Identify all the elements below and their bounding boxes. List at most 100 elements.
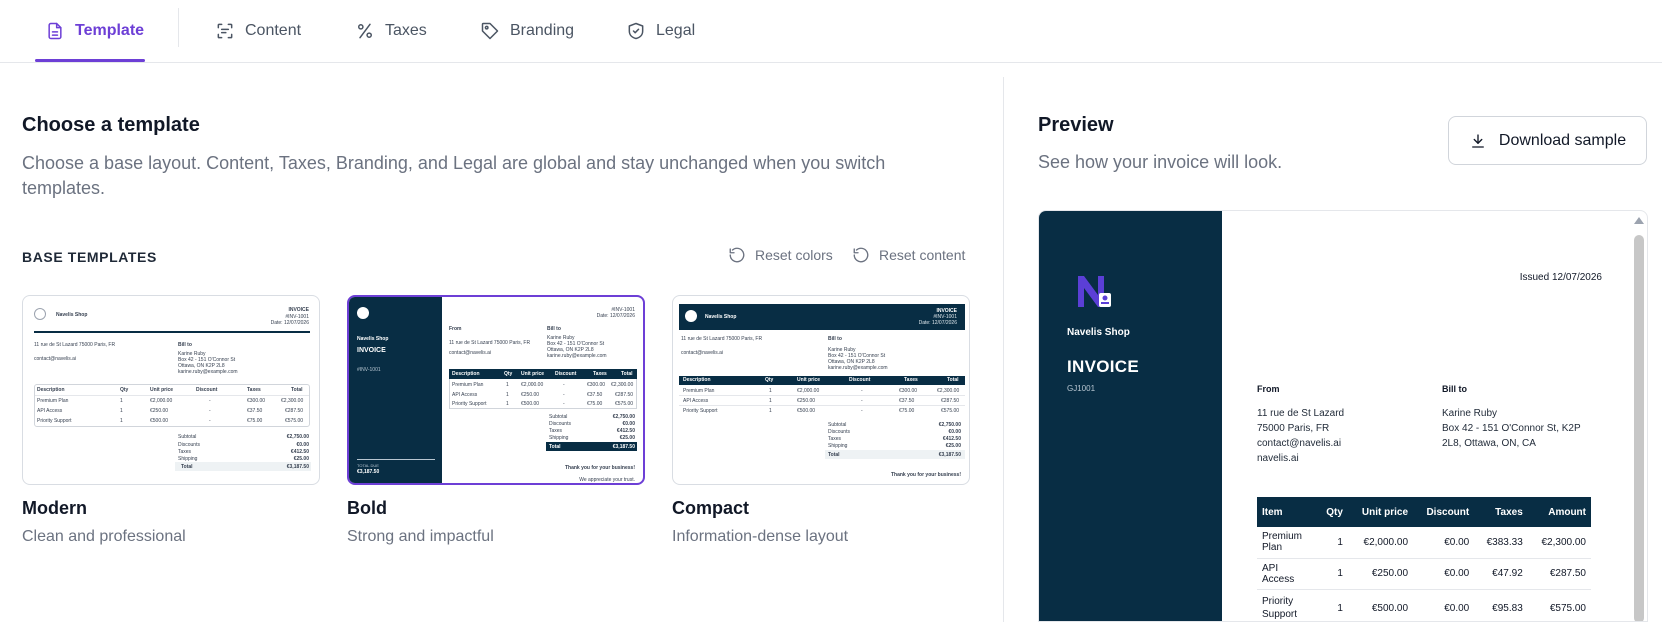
thumb-from-addr: 11 rue de St Lazard 75000 Paris, FR <box>681 336 763 342</box>
preview-bill-line: Box 42 - 151 O'Connor St, K2P <box>1442 423 1581 434</box>
thumb-col-unit: Unit price <box>797 377 821 383</box>
template-card-compact[interactable]: Navelis Shop INVOICE #INV-1001 Date: 12/… <box>672 295 970 485</box>
thumb-date: Date: 12/07/2026 <box>918 320 957 326</box>
thumb-row3-discount: - <box>861 408 863 414</box>
preview-from-line: navelis.ai <box>1257 453 1299 464</box>
template-name-modern: Modern <box>22 498 87 518</box>
col-qty: Qty <box>1317 497 1348 527</box>
tab-content[interactable]: Content <box>215 0 301 62</box>
thumb-row1-unit: €2,000.00 <box>150 398 173 404</box>
thumb-from-label: From <box>449 326 462 332</box>
cell-item: API Access <box>1257 558 1317 590</box>
thumb-total-label: Total <box>828 452 840 458</box>
tab-bar: Template Content Taxes Branding Legal <box>0 0 1662 63</box>
thumb-row3-taxes: €75.00 <box>587 401 603 407</box>
thumb-row1-qty: 1 <box>769 388 772 394</box>
tab-template-label: Template <box>75 22 145 39</box>
thumb-row2-taxes: €37.50 <box>899 398 915 404</box>
thumb-row3-desc: Priority Support <box>683 408 718 414</box>
thumb-row1-qty: 1 <box>506 382 509 388</box>
col-item: Item <box>1257 497 1317 527</box>
thumb-from-email: contact@navelis.ai <box>681 350 724 356</box>
download-sample-button[interactable]: Download sample <box>1448 116 1647 165</box>
reset-content-button[interactable]: Reset content <box>852 246 965 264</box>
preview-bill-line: 2L8, Ottawa, ON, CA <box>1442 438 1536 449</box>
thumb-row1-discount: - <box>563 382 565 388</box>
active-tab-indicator <box>35 59 145 62</box>
template-desc-compact: Information-dense layout <box>672 528 849 545</box>
scrollbar-thumb[interactable] <box>1634 235 1644 621</box>
preview-from-label: From <box>1257 384 1280 394</box>
template-card-bold[interactable]: Navelis Shop INVOICE #INV-1001 TOTAL DUE… <box>347 295 645 485</box>
thumb-row1-taxes: €300.00 <box>899 388 918 394</box>
reset-colors-button[interactable]: Reset colors <box>728 246 833 264</box>
thumb-row2-qty: 1 <box>769 398 772 404</box>
table-row: Priority Support 1 €500.00 €0.00 €95.83 … <box>1257 589 1591 621</box>
thumb-col-taxes: Taxes <box>904 377 918 383</box>
thumb-row2-qty: 1 <box>506 392 509 398</box>
cell-taxes: €47.92 <box>1474 558 1528 590</box>
thumb-discounts-label: Discounts <box>549 421 571 427</box>
thumb-from-addr: 11 rue de St Lazard 75000 Paris, FR <box>34 342 116 348</box>
tab-legal[interactable]: Legal <box>626 0 695 62</box>
thumb-discounts-label: Discounts <box>828 429 850 435</box>
thumb-col-taxes: Taxes <box>593 371 607 377</box>
tab-branding[interactable]: Branding <box>480 0 574 62</box>
logo-placeholder <box>34 308 46 320</box>
thumb-subtotal-label: Subtotal <box>828 422 847 428</box>
thumb-bill-email: karine.ruby@example.com <box>828 365 888 371</box>
template-name-compact: Compact <box>672 498 750 518</box>
tab-template[interactable]: Template <box>45 0 144 62</box>
tab-taxes[interactable]: Taxes <box>355 0 427 62</box>
choose-template-title: Choose a template <box>22 114 200 136</box>
thumb-row3-unit: €500.00 <box>150 418 169 424</box>
thumb-row1-taxes: €300.00 <box>587 382 606 388</box>
thumb-table-header <box>679 376 965 385</box>
thumb-row2-desc: API Access <box>452 392 478 398</box>
preview-scrollbar[interactable] <box>1633 215 1645 621</box>
thumb-col-total: Total <box>291 387 303 393</box>
reset-icon <box>729 247 745 263</box>
cell-unit-price: €500.00 <box>1347 589 1414 621</box>
thumb-col-desc: Description <box>452 371 480 377</box>
thumb-row1-unit: €2,000.00 <box>797 388 820 394</box>
choose-template-description: Choose a base layout. Content, Taxes, Br… <box>22 153 886 198</box>
reset-icon <box>853 247 869 263</box>
template-card-modern[interactable]: Navelis Shop INVOICE #INV-1001 Date: 12/… <box>22 295 320 485</box>
thumb-subtotal-label: Subtotal <box>178 434 197 440</box>
preview-from-line: 75000 Paris, FR <box>1257 423 1330 434</box>
thumb-row3-unit: €500.00 <box>521 401 540 407</box>
thumb-row1-discount: - <box>861 388 863 394</box>
cell-unit-price: €2,000.00 <box>1347 527 1414 559</box>
preview-bill-line: Karine Ruby <box>1442 408 1498 419</box>
thumb-row3-discount: - <box>209 418 211 424</box>
cell-discount: €0.00 <box>1413 589 1475 621</box>
scroll-up-icon[interactable] <box>1634 217 1644 224</box>
reset-colors-label: Reset colors <box>755 247 833 263</box>
thumb-shop: Navelis Shop <box>56 312 88 318</box>
thumb-number: #INV-1001 <box>357 367 381 373</box>
base-templates-label: BASE TEMPLATES <box>22 249 157 265</box>
cell-discount: €0.00 <box>1413 558 1475 590</box>
thumb-row1-desc: Premium Plan <box>683 388 715 394</box>
thumb-row3-qty: 1 <box>506 401 509 407</box>
preview-bill-label: Bill to <box>1442 384 1467 394</box>
thumb-row-divider <box>679 405 965 406</box>
cell-amount: €575.00 <box>1527 589 1591 621</box>
thumb-row2-taxes: €37.50 <box>587 392 603 398</box>
scan-text-icon <box>217 23 233 39</box>
thumb-from-email: contact@navelis.ai <box>34 356 77 362</box>
cell-amount: €287.50 <box>1527 558 1591 590</box>
thumb-invoice: INVOICE <box>357 347 386 354</box>
thumb-invoice: INVOICE <box>288 307 309 313</box>
thumb-taxes: €412.50 <box>616 428 635 434</box>
preview-items-table: Item Qty Unit price Discount Taxes Amoun… <box>1257 497 1591 621</box>
thumb-sidebar <box>349 297 442 483</box>
thumb-bill-label: Bill to <box>547 326 561 332</box>
thumb-row-divider <box>35 395 309 396</box>
panel-divider <box>1003 77 1004 622</box>
thumb-col-desc: Description <box>37 387 65 393</box>
preview-bill-address: Karine Ruby Box 42 - 151 O'Connor St, K2… <box>1442 406 1581 451</box>
thumb-row1-desc: Premium Plan <box>37 398 69 404</box>
thumb-total-due: €3,187.50 <box>357 469 380 475</box>
